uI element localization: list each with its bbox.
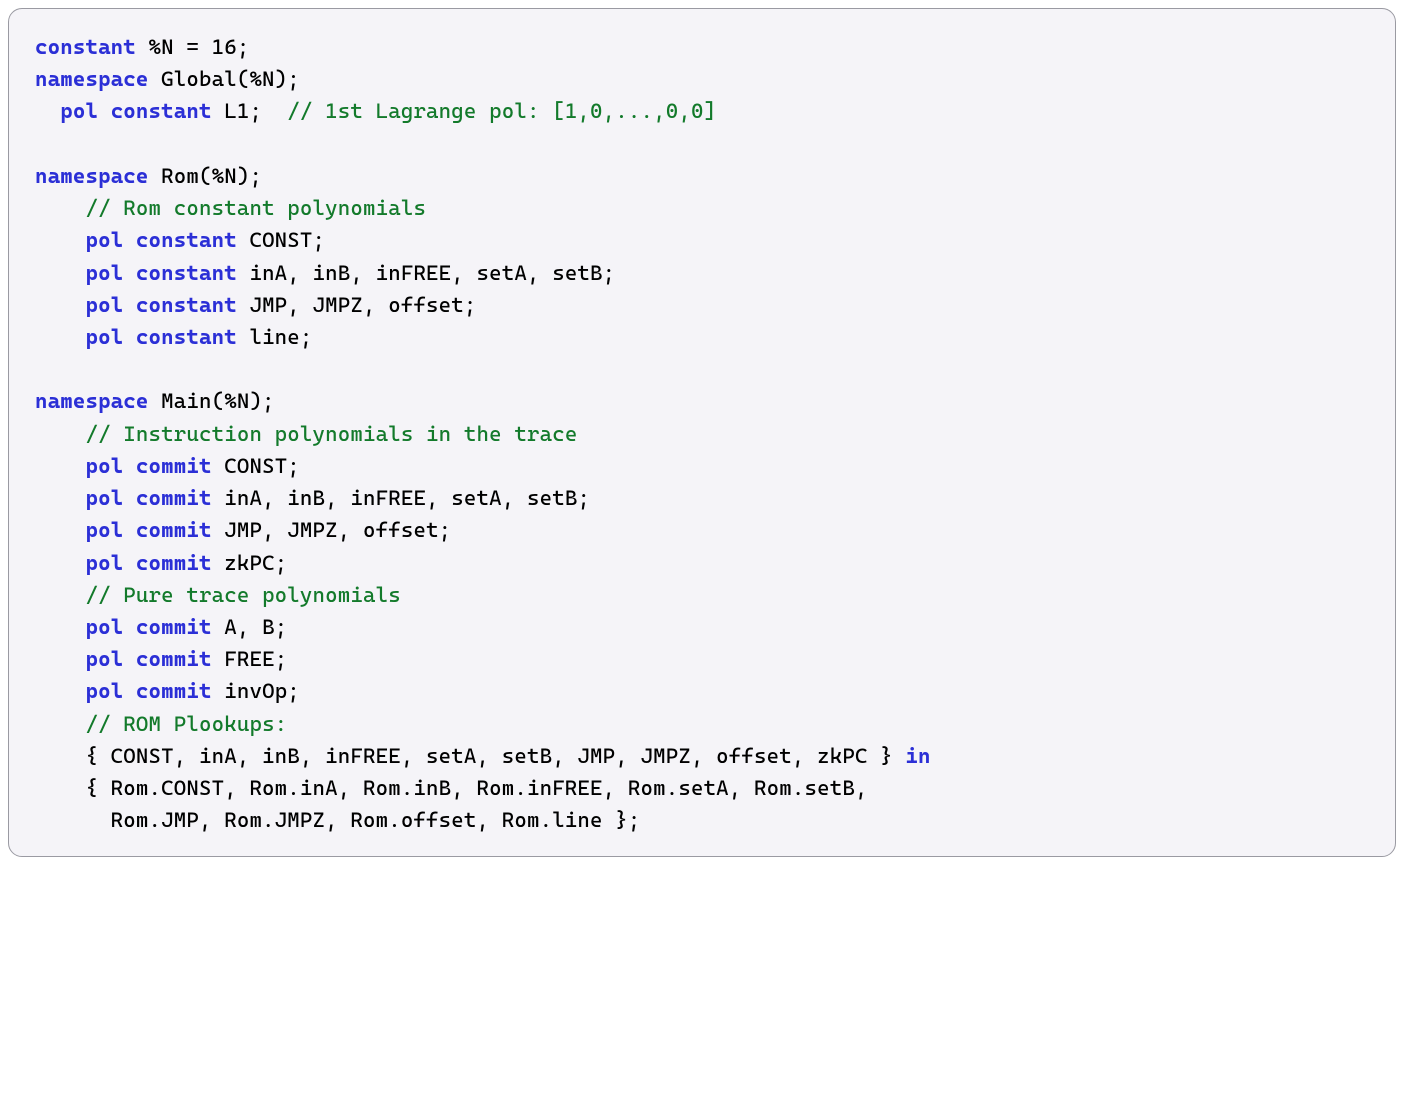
code-line: // ROM Plookups: xyxy=(35,711,287,736)
code-line: constant %N = 16; xyxy=(35,34,249,59)
code-line: // Pure trace polynomials xyxy=(35,582,401,607)
code-line: pol commit FREE; xyxy=(35,646,287,671)
code-line: Rom.JMP, Rom.JMPZ, Rom.offset, Rom.line … xyxy=(35,807,641,832)
code-line: pol constant line; xyxy=(35,324,313,349)
code-line: // Instruction polynomials in the trace xyxy=(35,421,577,446)
code-line: namespace Main(%N); xyxy=(35,388,275,413)
code-line: namespace Global(%N); xyxy=(35,66,300,91)
code-line: pol constant CONST; xyxy=(35,227,325,252)
code-line: pol commit zkPC; xyxy=(35,550,287,575)
code-line: pol constant inA, inB, inFREE, setA, set… xyxy=(35,260,615,285)
code-line: pol commit CONST; xyxy=(35,453,300,478)
code-line: pol constant L1; // 1st Lagrange pol: [1… xyxy=(35,98,716,123)
code-line: pol constant JMP, JMPZ, offset; xyxy=(35,292,477,317)
code-line: { Rom.CONST, Rom.inA, Rom.inB, Rom.inFRE… xyxy=(35,775,868,800)
code-panel: constant %N = 16; namespace Global(%N); … xyxy=(8,8,1396,857)
code-line: pol commit A, B; xyxy=(35,614,287,639)
code-line: pol commit JMP, JMPZ, offset; xyxy=(35,517,451,542)
code-line: namespace Rom(%N); xyxy=(35,163,262,188)
code-line: { CONST, inA, inB, inFREE, setA, setB, J… xyxy=(35,743,931,768)
code-line: // Rom constant polynomials xyxy=(35,195,426,220)
code-line: pol commit invOp; xyxy=(35,678,300,703)
code-line: pol commit inA, inB, inFREE, setA, setB; xyxy=(35,485,590,510)
